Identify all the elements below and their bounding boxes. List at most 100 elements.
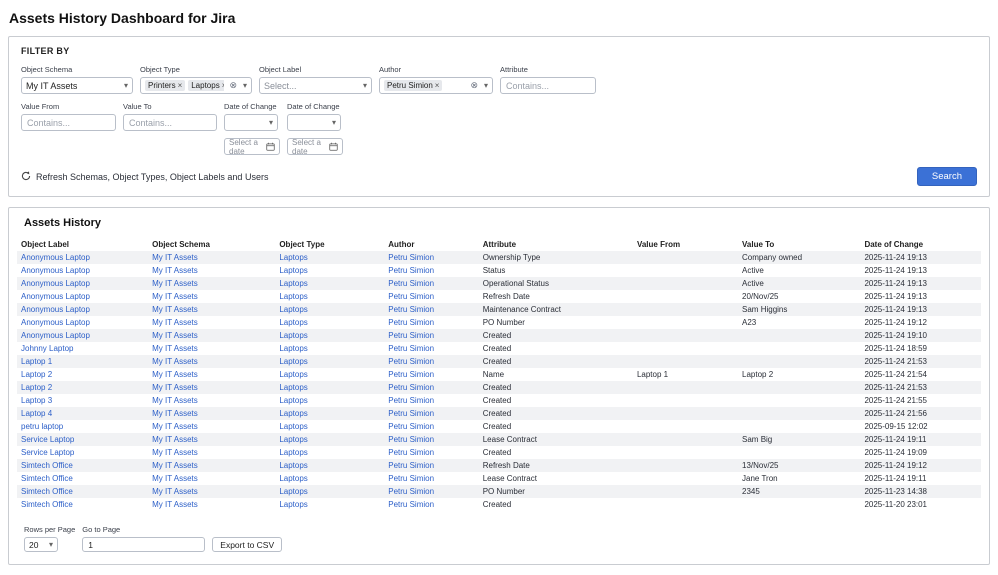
cell-link[interactable]: Laptop 2 — [17, 381, 148, 394]
clear-all-icon[interactable]: ⊗ — [470, 80, 478, 91]
cell-link[interactable]: My IT Assets — [148, 407, 275, 420]
rows-per-page-select[interactable]: 20 ▾ — [24, 537, 58, 552]
cell-link[interactable]: Anonymous Laptop — [17, 277, 148, 290]
cell-link[interactable]: Laptops — [275, 264, 384, 277]
search-button[interactable]: Search — [917, 167, 977, 186]
cell-link[interactable]: My IT Assets — [148, 329, 275, 342]
cell-link[interactable]: Laptops — [275, 420, 384, 433]
cell-link[interactable]: Laptops — [275, 355, 384, 368]
clear-all-icon[interactable]: ⊗ — [229, 80, 237, 91]
cell-link[interactable]: Petru Simion — [384, 303, 478, 316]
value-from-input[interactable] — [21, 114, 116, 131]
cell-link[interactable]: Laptop 1 — [17, 355, 148, 368]
chip-petru-simion[interactable]: Petru Simion × — [384, 80, 442, 91]
cell-link[interactable]: Simtech Office — [17, 459, 148, 472]
cell-link[interactable]: Petru Simion — [384, 485, 478, 498]
date-comparator-2-select[interactable]: ▾ — [287, 114, 341, 131]
cell-link[interactable]: My IT Assets — [148, 316, 275, 329]
cell-link[interactable]: Laptops — [275, 407, 384, 420]
cell-link[interactable]: Anonymous Laptop — [17, 329, 148, 342]
cell-link[interactable]: My IT Assets — [148, 303, 275, 316]
date-picker-2[interactable]: Select a date — [287, 138, 343, 155]
cell-link[interactable]: Petru Simion — [384, 329, 478, 342]
cell-link[interactable]: Petru Simion — [384, 498, 478, 511]
cell-link[interactable]: Laptops — [275, 329, 384, 342]
go-to-page-input[interactable] — [82, 537, 205, 552]
cell-link[interactable]: Laptops — [275, 316, 384, 329]
date-picker-1[interactable]: Select a date — [224, 138, 280, 155]
cell-link[interactable]: My IT Assets — [148, 355, 275, 368]
cell-link[interactable]: Service Laptop — [17, 433, 148, 446]
cell-link[interactable]: My IT Assets — [148, 485, 275, 498]
cell-link[interactable]: Laptop 2 — [17, 368, 148, 381]
value-to-input[interactable] — [123, 114, 217, 131]
cell-link[interactable]: Petru Simion — [384, 355, 478, 368]
cell-link[interactable]: My IT Assets — [148, 277, 275, 290]
cell-link[interactable]: Petru Simion — [384, 251, 478, 264]
cell-link[interactable]: Laptop 4 — [17, 407, 148, 420]
cell-link[interactable]: Anonymous Laptop — [17, 251, 148, 264]
cell-link[interactable]: Service Laptop — [17, 446, 148, 459]
cell-link[interactable]: Simtech Office — [17, 498, 148, 511]
cell-link[interactable]: Laptop 3 — [17, 394, 148, 407]
refresh-link[interactable]: Refresh Schemas, Object Types, Object La… — [21, 171, 268, 183]
cell-link[interactable]: Anonymous Laptop — [17, 303, 148, 316]
remove-chip-icon[interactable]: × — [435, 81, 440, 90]
cell-link[interactable]: My IT Assets — [148, 251, 275, 264]
cell-link[interactable]: My IT Assets — [148, 433, 275, 446]
cell-link[interactable]: petru laptop — [17, 420, 148, 433]
cell-link[interactable]: Petru Simion — [384, 381, 478, 394]
remove-chip-icon[interactable]: × — [222, 81, 225, 90]
cell-link[interactable]: My IT Assets — [148, 472, 275, 485]
chip-laptops[interactable]: Laptops × — [188, 80, 224, 91]
cell-link[interactable]: Laptops — [275, 368, 384, 381]
cell-link[interactable]: Anonymous Laptop — [17, 316, 148, 329]
object-label-select[interactable]: Select... ▾ — [259, 77, 372, 94]
cell-link[interactable]: My IT Assets — [148, 498, 275, 511]
cell-link[interactable]: My IT Assets — [148, 342, 275, 355]
author-multiselect[interactable]: Petru Simion × ⊗ ▾ — [379, 77, 493, 94]
cell-link[interactable]: Laptops — [275, 290, 384, 303]
cell-link[interactable]: Laptops — [275, 498, 384, 511]
cell-link[interactable]: Simtech Office — [17, 485, 148, 498]
cell-link[interactable]: My IT Assets — [148, 368, 275, 381]
object-type-multiselect[interactable]: Printers × Laptops × ⊗ ▾ — [140, 77, 252, 94]
cell-link[interactable]: Petru Simion — [384, 316, 478, 329]
attribute-input[interactable] — [500, 77, 596, 94]
cell-link[interactable]: Petru Simion — [384, 420, 478, 433]
cell-link[interactable]: Laptops — [275, 446, 384, 459]
cell-link[interactable]: Petru Simion — [384, 264, 478, 277]
cell-link[interactable]: Anonymous Laptop — [17, 290, 148, 303]
cell-link[interactable]: My IT Assets — [148, 264, 275, 277]
cell-link[interactable]: My IT Assets — [148, 446, 275, 459]
cell-link[interactable]: Laptops — [275, 342, 384, 355]
cell-link[interactable]: Laptops — [275, 394, 384, 407]
cell-link[interactable]: My IT Assets — [148, 420, 275, 433]
cell-link[interactable]: Petru Simion — [384, 459, 478, 472]
cell-link[interactable]: Petru Simion — [384, 433, 478, 446]
cell-link[interactable]: Petru Simion — [384, 277, 478, 290]
cell-link[interactable]: Petru Simion — [384, 368, 478, 381]
cell-link[interactable]: Laptops — [275, 433, 384, 446]
cell-link[interactable]: Laptops — [275, 459, 384, 472]
cell-link[interactable]: Laptops — [275, 303, 384, 316]
cell-link[interactable]: Laptops — [275, 485, 384, 498]
remove-chip-icon[interactable]: × — [178, 81, 183, 90]
cell-link[interactable]: Anonymous Laptop — [17, 264, 148, 277]
cell-link[interactable]: Laptops — [275, 251, 384, 264]
cell-link[interactable]: Petru Simion — [384, 290, 478, 303]
cell-link[interactable]: Petru Simion — [384, 472, 478, 485]
cell-link[interactable]: Petru Simion — [384, 394, 478, 407]
cell-link[interactable]: Petru Simion — [384, 407, 478, 420]
export-csv-button[interactable]: Export to CSV — [212, 537, 282, 552]
cell-link[interactable]: Petru Simion — [384, 342, 478, 355]
cell-link[interactable]: My IT Assets — [148, 394, 275, 407]
cell-link[interactable]: My IT Assets — [148, 459, 275, 472]
cell-link[interactable]: Johnny Laptop — [17, 342, 148, 355]
chip-printers[interactable]: Printers × — [145, 80, 185, 91]
cell-link[interactable]: Laptops — [275, 381, 384, 394]
cell-link[interactable]: My IT Assets — [148, 290, 275, 303]
object-schema-select[interactable]: My IT Assets ▾ — [21, 77, 133, 94]
cell-link[interactable]: Simtech Office — [17, 472, 148, 485]
cell-link[interactable]: My IT Assets — [148, 381, 275, 394]
